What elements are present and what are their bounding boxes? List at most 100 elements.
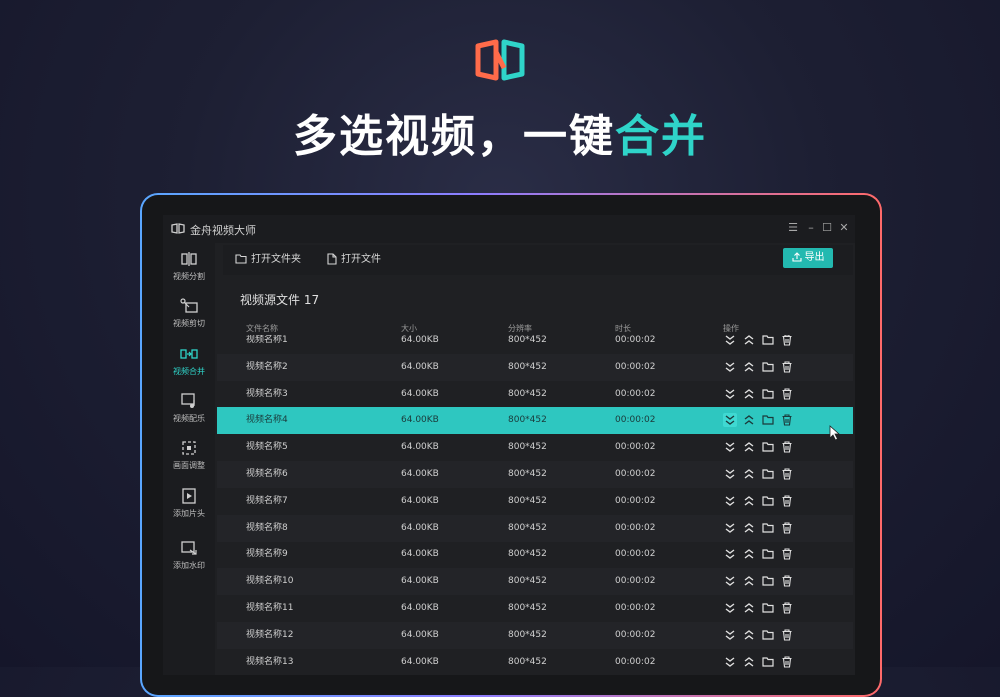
move-up-icon[interactable] [742,467,756,481]
open-folder-icon[interactable] [761,387,775,401]
open-folder-icon[interactable] [761,521,775,535]
sidebar-item-cut[interactable]: 视频剪切 [163,298,215,342]
export-button[interactable]: 导出 [783,248,833,268]
menu-icon[interactable]: ☰ [787,221,799,234]
table-row[interactable]: 视频名称8 64.00KB 800*452 00:00:02 [217,514,853,542]
open-folder-button[interactable]: 打开文件夹 [235,253,301,267]
delete-icon[interactable] [780,335,794,347]
delete-icon[interactable] [780,467,794,481]
move-down-icon[interactable] [723,655,737,669]
move-down-icon[interactable] [723,335,737,347]
open-file-button[interactable]: 打开文件 [327,253,381,267]
sidebar-item-watermark[interactable]: 添加水印 [163,540,215,584]
window-title: 金舟视频大师 [190,224,256,237]
open-folder-icon[interactable] [761,494,775,508]
table-row[interactable]: 视频名称7 64.00KB 800*452 00:00:02 [217,488,853,515]
move-down-icon[interactable] [723,574,737,588]
table-row[interactable]: 视频名称5 64.00KB 800*452 00:00:02 [217,434,853,461]
table-row[interactable]: 视频名称3 64.00KB 800*452 00:00:02 [217,381,853,408]
open-folder-label: 打开文件夹 [251,254,301,265]
intro-icon [182,488,196,504]
file-name-cell: 视频名称7 [246,495,288,506]
move-up-icon[interactable] [742,655,756,669]
file-size-cell: 64.00KB [401,388,439,399]
move-down-icon[interactable] [723,387,737,401]
minimize-button[interactable]: – [805,221,817,234]
table-row[interactable]: 视频名称1 64.00KB 800*452 00:00:02 [217,335,853,354]
close-button[interactable]: ✕ [838,221,850,234]
move-up-icon[interactable] [742,494,756,508]
delete-icon[interactable] [780,574,794,588]
move-up-icon[interactable] [742,628,756,642]
move-up-icon[interactable] [742,335,756,347]
move-up-icon[interactable] [742,601,756,615]
file-size-cell: 64.00KB [401,495,439,506]
table-row[interactable]: 视频名称10 64.00KB 800*452 00:00:02 [217,568,853,596]
move-down-icon[interactable] [723,440,737,454]
duration-cell: 00:00:02 [615,335,656,345]
delete-icon[interactable] [780,655,794,669]
open-folder-icon[interactable] [761,335,775,347]
open-folder-icon[interactable] [761,655,775,669]
file-name-cell: 视频名称9 [246,549,288,560]
move-down-icon[interactable] [723,601,737,615]
move-up-icon[interactable] [742,440,756,454]
sidebar: 视频分割 视频剪切 视频合并 视频配乐 画面调整 添加片头 添加水印 [163,243,215,675]
table-row[interactable]: 视频名称11 64.00KB 800*452 00:00:02 [217,595,853,622]
file-size-cell: 64.00KB [401,442,439,453]
sidebar-item-split[interactable]: 视频分割 [163,251,215,295]
music-icon [181,393,195,408]
move-down-icon[interactable] [723,360,737,374]
delete-icon[interactable] [780,494,794,508]
delete-icon[interactable] [780,547,794,561]
move-up-icon[interactable] [742,387,756,401]
move-down-icon[interactable] [723,494,737,508]
table-row[interactable]: 视频名称9 64.00KB 800*452 00:00:02 [217,541,853,568]
delete-icon[interactable] [780,360,794,374]
table-row[interactable]: 视频名称12 64.00KB 800*452 00:00:02 [217,621,853,649]
open-folder-icon[interactable] [761,574,775,588]
file-name-cell: 视频名称11 [246,603,294,613]
table-row[interactable]: 视频名称2 64.00KB 800*452 00:00:02 [217,353,853,381]
move-up-icon[interactable] [742,360,756,374]
move-down-icon[interactable] [723,628,737,642]
delete-icon[interactable] [780,628,794,642]
delete-icon[interactable] [780,521,794,535]
column-header-actions: 操作 [723,324,739,333]
table-row[interactable]: 视频名称4 64.00KB 800*452 00:00:02 [217,407,853,435]
file-name-cell: 视频名称6 [246,469,288,479]
duration-cell: 00:00:02 [615,576,656,587]
table-row[interactable]: 视频名称6 64.00KB 800*452 00:00:02 [217,461,853,488]
open-folder-icon[interactable] [761,547,775,561]
move-down-icon[interactable] [723,467,737,481]
sidebar-item-merge[interactable]: 视频合并 [163,346,215,390]
delete-icon[interactable] [780,413,794,427]
open-folder-icon[interactable] [761,601,775,615]
move-up-icon[interactable] [742,547,756,561]
open-folder-icon[interactable] [761,440,775,454]
delete-icon[interactable] [780,440,794,454]
sidebar-item-adjust[interactable]: 画面调整 [163,440,215,484]
sidebar-item-intro[interactable]: 添加片头 [163,488,215,532]
open-folder-icon[interactable] [761,360,775,374]
delete-icon[interactable] [780,387,794,401]
move-down-icon[interactable] [723,521,737,535]
move-up-icon[interactable] [742,574,756,588]
move-down-icon[interactable] [723,413,737,428]
open-folder-icon[interactable] [761,413,775,427]
open-folder-icon[interactable] [761,467,775,481]
delete-icon[interactable] [780,601,794,615]
open-folder-icon[interactable] [761,628,775,642]
file-size-cell: 64.00KB [401,576,439,587]
duration-cell: 00:00:02 [615,361,656,372]
maximize-button[interactable]: ☐ [821,221,833,234]
file-name-cell: 视频名称13 [246,656,294,667]
move-up-icon[interactable] [742,521,756,535]
duration-cell: 00:00:02 [615,656,656,667]
resolution-cell: 800*452 [508,522,547,533]
move-down-icon[interactable] [723,547,737,561]
sidebar-item-music[interactable]: 视频配乐 [163,393,215,437]
resolution-cell: 800*452 [508,361,547,372]
table-row[interactable]: 视频名称13 64.00KB 800*452 00:00:02 [217,649,853,675]
move-up-icon[interactable] [742,413,756,427]
